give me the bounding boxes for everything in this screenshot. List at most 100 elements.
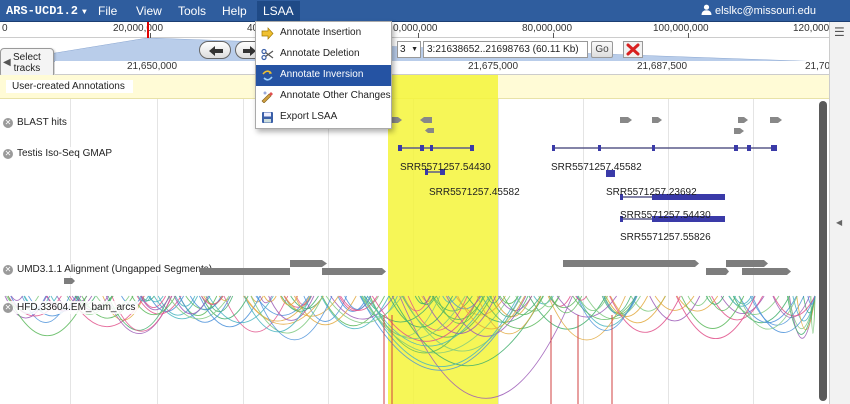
- alignment-segment: [726, 260, 768, 267]
- close-track-icon[interactable]: ✕: [3, 303, 13, 313]
- alignment-segment: [563, 260, 699, 267]
- triangle-left-icon[interactable]: ◀: [836, 218, 842, 227]
- overview-label: 100,000,000: [653, 23, 709, 34]
- exon: [430, 145, 433, 151]
- select-tracks-button[interactable]: ◀ Select tracks: [0, 48, 54, 78]
- track-name: HFD.33604.EM_bam_arcs: [17, 302, 136, 313]
- exon: [598, 145, 601, 151]
- right-panel-strip: ☰ ◀: [829, 22, 850, 404]
- insertion-icon: [261, 27, 274, 40]
- exon: [470, 145, 474, 151]
- blast-hit: [734, 128, 744, 134]
- chevron-down-icon: ▼: [82, 8, 87, 17]
- go-button[interactable]: Go: [591, 41, 613, 58]
- scissors-icon: [261, 48, 274, 61]
- app-title[interactable]: ARS-UCD1.2 ▼: [6, 4, 87, 18]
- read-arc: [399, 295, 573, 399]
- blast-hit: [620, 117, 632, 123]
- red-x-icon: [626, 43, 640, 56]
- blast-hit: [652, 117, 662, 123]
- read-arc: [489, 295, 529, 318]
- ruler-label: 21,687,500: [637, 61, 688, 72]
- alignment-segment: [706, 268, 729, 275]
- alignment-segment: [200, 268, 290, 275]
- menu-item-annotate-deletion[interactable]: Annotate Deletion: [256, 44, 391, 65]
- blast-hit: [425, 128, 434, 133]
- exon: [747, 145, 751, 151]
- alignment-segment: [64, 278, 75, 284]
- blast-hit: [770, 117, 782, 123]
- feature-label: SRR5571257.45582: [429, 187, 520, 198]
- ruler-label: 21,650,000: [127, 61, 178, 72]
- track-area[interactable]: User-created Annotations ✕ BLAST hits ✕ Te…: [0, 75, 829, 404]
- read-arc: [284, 295, 312, 311]
- chromosome-select[interactable]: 3 ▼: [397, 41, 421, 58]
- clear-highlight-button[interactable]: [623, 41, 643, 58]
- overview-ruler[interactable]: 0 20,000,000 40 0,000,000 80,000,000 100…: [0, 22, 829, 38]
- overview-label: 0: [2, 23, 8, 34]
- user-icon: [701, 4, 712, 15]
- exon: [734, 145, 738, 151]
- chevron-down-icon: ▼: [411, 46, 418, 53]
- overview-label: 0,000,000: [393, 23, 438, 34]
- read-arc: [243, 295, 312, 333]
- pan-right-button[interactable]: [235, 41, 257, 59]
- menu-view[interactable]: View: [136, 4, 162, 18]
- menu-item-label: Annotate Insertion: [280, 27, 362, 38]
- feature-label: SRR5571257.45582: [551, 162, 642, 173]
- overview-label: 80,000,000: [522, 23, 573, 34]
- menu-item-annotate-other-changes[interactable]: Annotate Other Changes: [256, 86, 391, 107]
- blast-track-features: [392, 117, 782, 134]
- read-arc: [255, 295, 310, 316]
- pan-left-button[interactable]: [199, 41, 231, 59]
- track-label-hfd[interactable]: ✕ HFD.33604.EM_bam_arcs: [2, 301, 139, 314]
- menu-file[interactable]: File: [98, 4, 117, 18]
- feature-label: SRR5571257.54430: [400, 162, 491, 173]
- isoseq-track-features: [398, 145, 777, 222]
- exon: [552, 145, 555, 151]
- menu-item-annotate-insertion[interactable]: Annotate Insertion: [256, 23, 391, 44]
- app-title-text: ARS-UCD1.2: [6, 4, 79, 18]
- chromosome-value: 3: [400, 44, 406, 55]
- exon: [398, 145, 402, 151]
- feature-label: SRR5571257.55826: [620, 232, 711, 243]
- overview-label: 20,000,000: [113, 23, 164, 34]
- location-input[interactable]: 3:21638652..21698763 (60.11 Kb): [423, 41, 588, 58]
- ruler-label: 21,675,000: [468, 61, 519, 72]
- menu-item-export-lsaa[interactable]: Export LSAA: [256, 107, 391, 128]
- menu-item-label: Export LSAA: [280, 111, 338, 122]
- read-arc: [244, 295, 311, 322]
- ruler-label: 21,70: [805, 61, 831, 72]
- lsaa-dropdown-menu: Annotate Insertion Annotate Deletion Ann…: [255, 21, 392, 129]
- select-tracks-label: tracks: [13, 63, 41, 74]
- menu-lsaa[interactable]: LSAA: [257, 1, 300, 21]
- vertical-scrollbar[interactable]: [819, 101, 827, 401]
- detail-ruler: 21,650,000 21,675,000 21,687,500 21,70: [55, 61, 831, 75]
- alignment-segment: [290, 260, 327, 267]
- overview-position-marker[interactable]: [147, 22, 149, 38]
- user-account[interactable]: elslkc@missouri.edu: [701, 4, 816, 17]
- menu-tools[interactable]: Tools: [178, 4, 206, 18]
- menu-item-label: Annotate Inversion: [280, 69, 364, 80]
- floppy-disk-icon: [262, 112, 273, 123]
- arrow-left-icon: [209, 46, 223, 56]
- track-label: User-created Annotations: [6, 80, 133, 93]
- blast-hit: [420, 117, 432, 123]
- exon: [420, 145, 424, 151]
- feature-label: SRR5571257.54430: [620, 210, 711, 221]
- menubar: ARS-UCD1.2 ▼ File View Tools Help LSAA el…: [0, 0, 850, 22]
- blast-hit: [738, 117, 748, 123]
- other-changes-icon: [261, 91, 273, 103]
- hamburger-menu-icon[interactable]: ☰: [834, 25, 845, 39]
- feature-label: SRR5571257.23692: [606, 187, 697, 198]
- exon: [652, 145, 655, 151]
- read-arc: [201, 295, 249, 320]
- menu-item-label: Annotate Deletion: [280, 48, 360, 59]
- user-email: elslkc@missouri.edu: [714, 5, 816, 17]
- menu-item-annotate-inversion[interactable]: Annotate Inversion: [256, 65, 391, 86]
- overview-label: 120,000: [793, 23, 830, 34]
- triangle-left-icon: ◀: [3, 57, 11, 68]
- inversion-icon: [262, 70, 273, 81]
- blast-hit: [392, 117, 402, 123]
- menu-help[interactable]: Help: [222, 4, 247, 18]
